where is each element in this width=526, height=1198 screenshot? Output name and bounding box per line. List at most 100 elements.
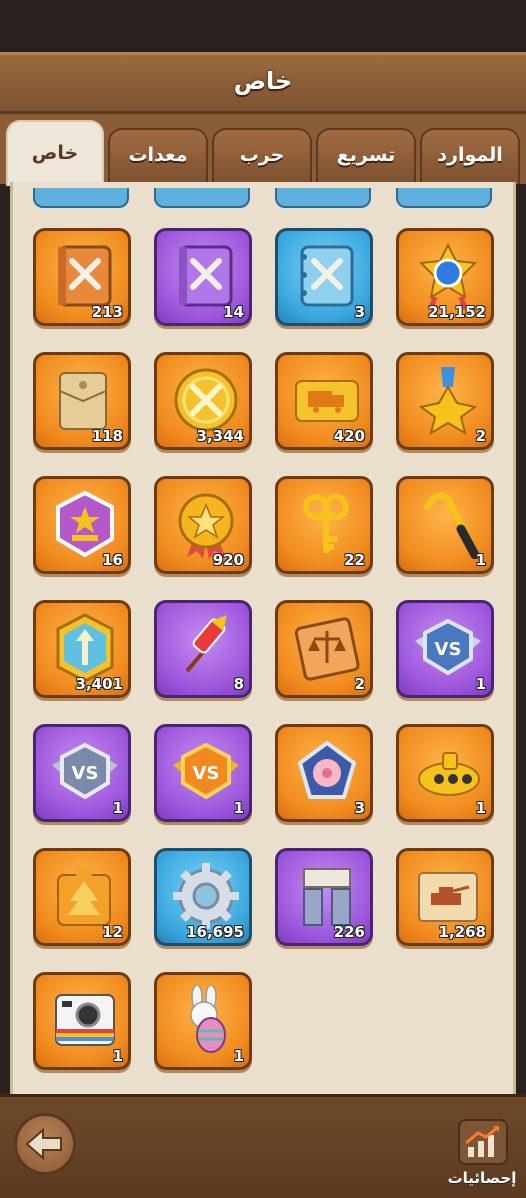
item-count: 16,695 [186,923,244,941]
item-count: 16 [102,551,123,569]
cherry-blossom-pentagon-icon [297,740,357,799]
partial-item[interactable] [154,188,250,208]
inventory-item[interactable]: VS 1 [33,724,131,822]
orange-sword-book-icon [58,245,112,307]
page-title: خاص [233,67,293,95]
tab-equipment[interactable]: معدات [108,128,208,184]
inventory-item[interactable]: 1 [33,972,131,1070]
inventory-item[interactable]: 12 [33,848,131,946]
item-count: 226 [333,923,365,941]
item-count: 3,401 [75,675,123,693]
item-count: 420 [333,427,365,445]
inventory-item[interactable]: 226 [275,848,373,946]
inventory-item[interactable]: 1 [396,476,494,574]
inventory-item[interactable]: 420 [275,352,373,450]
inventory-item[interactable]: 3,344 [154,352,252,450]
tree-puzzle-piece-icon [57,867,111,926]
header-bar: خاص [0,52,526,114]
golden-submarine-icon [418,752,480,796]
item-count: 21,152 [428,303,486,321]
item-count: 2 [354,675,365,693]
partial-item[interactable] [33,188,129,208]
item-count: 12 [102,923,123,941]
crossed-swords-coin-icon [174,368,238,432]
bar-chart-arrow-icon [465,1125,499,1157]
statistics-button[interactable] [458,1119,508,1165]
item-count: 8 [233,675,244,693]
vs-badge-blue-icon: VS [415,618,481,676]
item-count: 920 [212,551,244,569]
inventory-item[interactable]: 2 [275,600,373,698]
item-count: 118 [91,427,123,445]
arrow-hexagon-token-icon [56,613,114,683]
item-count: 1,268 [438,923,486,941]
vs-badge-gold-icon: VS [173,742,239,800]
gear-icon [173,863,239,929]
item-count: 1 [475,799,486,817]
svg-text:VS: VS [435,639,462,660]
rank-hexagon-badge-icon [56,490,114,558]
item-count: 1 [475,675,486,693]
inventory-item[interactable]: 1 [154,972,252,1070]
back-button[interactable] [14,1113,76,1175]
items-grid: 213 14 3 21,152 118 3,344 420 2 16 920 22 1 3,401 8 2 V… [13,182,513,1094]
inventory-item[interactable]: 16 [33,476,131,574]
svg-text:VS: VS [193,763,220,784]
inventory-item[interactable]: 118 [33,352,131,450]
envelope-icon [59,372,107,430]
instant-camera-icon [55,994,115,1046]
inventory-item[interactable]: 3 [275,724,373,822]
partial-item[interactable] [396,188,492,208]
back-arrow-icon [25,1127,62,1161]
inventory-item[interactable]: 8 [154,600,252,698]
star-ribbon-medal-icon [178,493,234,559]
vs-badge-silver-icon: VS [52,742,118,800]
inventory-item[interactable]: 1,268 [396,848,494,946]
item-count: 3 [354,799,365,817]
inventory-item[interactable]: 2 [396,352,494,450]
item-count: 1 [112,799,123,817]
item-count: 1 [475,551,486,569]
firework-rocket-icon [185,615,227,673]
item-count: 1 [233,799,244,817]
scales-ticket-icon [294,617,360,681]
tab-war[interactable]: حرب [212,128,312,184]
inventory-item[interactable]: 3,401 [33,600,131,698]
items-panel[interactable]: 213 14 3 21,152 118 3,344 420 2 16 920 22 1 3,401 8 2 V… [10,182,516,1094]
purple-sword-book-icon [179,245,233,307]
inventory-item[interactable]: 16,695 [154,848,252,946]
tab-resources[interactable]: الموارد [420,128,520,184]
blue-sword-book-icon [300,245,354,307]
tab-speedup[interactable]: تسريع [316,128,416,184]
inventory-item[interactable]: 1 [396,724,494,822]
item-count: 1 [233,1047,244,1065]
svg-text:VS: VS [72,763,99,784]
item-count: 3 [354,303,365,321]
partial-item[interactable] [275,188,371,208]
item-count: 3,344 [196,427,244,445]
item-count: 14 [223,303,244,321]
tab-bar: الموارد تسريع حرب معدات خاص [0,114,526,186]
inventory-item[interactable]: 21,152 [396,228,494,326]
status-bar [0,0,526,52]
inventory-item[interactable]: 920 [154,476,252,574]
item-count: 1 [112,1047,123,1065]
inventory-item[interactable]: 213 [33,228,131,326]
item-count: 22 [344,551,365,569]
bottom-bar: إحصائيات [0,1094,526,1198]
star-medal-orb-icon [418,242,478,310]
building-blocks-icon [303,868,351,926]
inventory-item[interactable]: VS 1 [396,600,494,698]
inventory-item[interactable]: 14 [154,228,252,326]
star-medal-icon [418,367,478,435]
inventory-item[interactable]: 3 [275,228,373,326]
item-count: 213 [91,303,123,321]
crowbar-icon [424,492,480,559]
inventory-item[interactable]: 22 [275,476,373,574]
item-count: 2 [475,427,486,445]
statistics-label: إحصائيات [447,1169,517,1187]
key-icon [303,494,349,553]
tab-special[interactable]: خاص [6,120,104,186]
inventory-item[interactable]: VS 1 [154,724,252,822]
tank-map-scroll-icon [418,872,478,922]
